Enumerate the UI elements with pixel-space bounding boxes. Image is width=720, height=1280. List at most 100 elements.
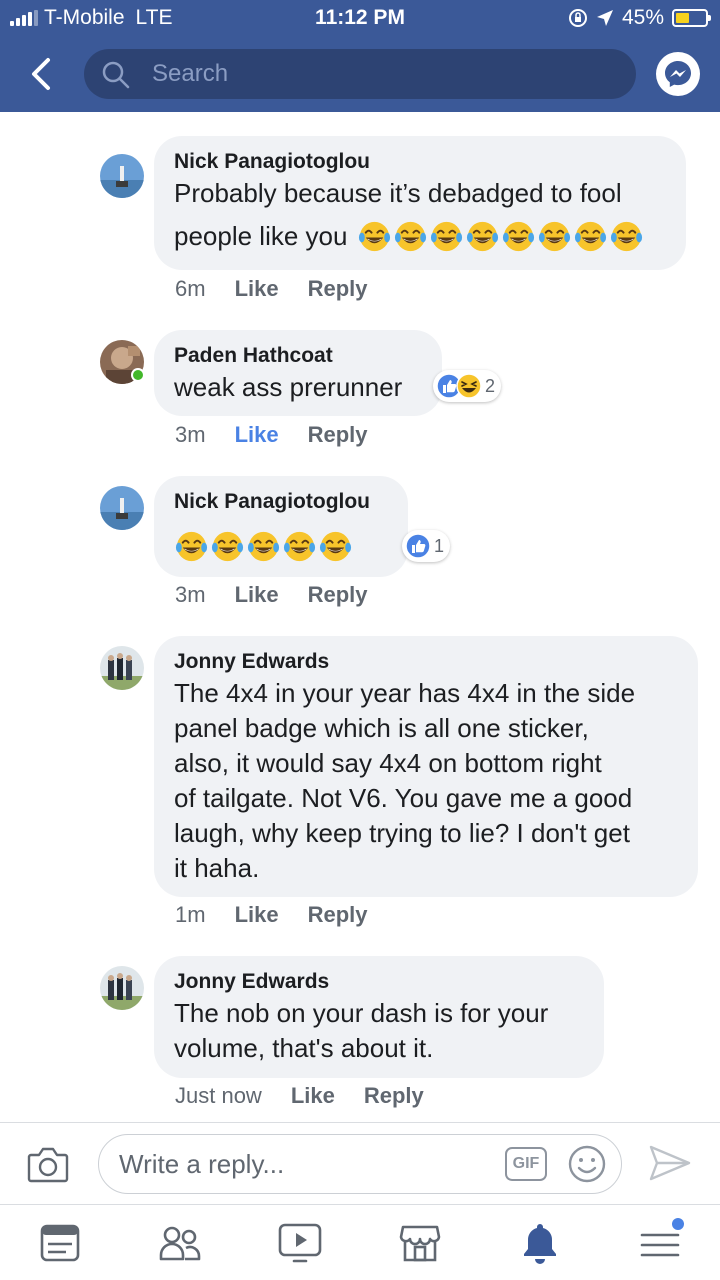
bottom-tab-bar [0, 1204, 720, 1280]
reply-composer: GIF [0, 1122, 720, 1204]
comment-time: 3m [175, 582, 206, 607]
like-button[interactable]: Like [235, 276, 279, 302]
comment-bubble[interactable]: Nick Panagiotoglou Probably because it’s… [154, 136, 686, 270]
smiley-icon [568, 1145, 606, 1183]
battery-icon [672, 9, 711, 27]
tab-menu[interactable] [638, 1218, 684, 1265]
comment-bubble[interactable]: Jonny Edwards The nob on your dash is fo… [154, 956, 604, 1078]
comment-text: weak ass prerunner [174, 372, 403, 402]
tears-of-joy-icon [395, 221, 427, 252]
send-button[interactable] [648, 1143, 692, 1188]
reaction-count: 1 [434, 535, 445, 556]
tab-marketplace[interactable] [398, 1221, 442, 1265]
like-button[interactable]: Like [235, 902, 279, 928]
battery-percent: 45% [621, 6, 664, 29]
nav-row [0, 38, 720, 112]
comment-text-line: laugh, why keep trying to lie? I don't g… [174, 818, 630, 848]
comment-author[interactable]: Paden Hathcoat [174, 342, 422, 370]
tears-of-joy-icon [247, 531, 280, 562]
reply-button[interactable]: Reply [308, 902, 368, 928]
comment-bubble[interactable]: Paden Hathcoat weak ass prerunner [154, 330, 442, 416]
comment-text-line: The nob on your dash is for your [174, 998, 549, 1028]
reply-button[interactable]: Reply [308, 582, 368, 608]
comment-thread[interactable]: Nick Panagiotoglou Probably because it’s… [0, 112, 720, 1122]
sticker-button[interactable] [567, 1144, 607, 1189]
comment-text-line: also, it would say 4x4 on bottom right [174, 748, 602, 778]
comment-author[interactable]: Nick Panagiotoglou [174, 488, 388, 516]
comment-text-line: it haha. [174, 853, 260, 883]
comment-bubble[interactable]: Nick Panagiotoglou [154, 476, 408, 577]
search-input[interactable] [152, 49, 612, 99]
tears-of-joy-icon [611, 221, 643, 252]
messenger-icon [665, 61, 691, 87]
like-button[interactable]: Like [291, 1083, 335, 1109]
location-icon [596, 10, 613, 26]
tab-friends[interactable] [158, 1221, 202, 1265]
friends-icon [159, 1226, 201, 1261]
comment-meta: Just now Like Reply [175, 1083, 424, 1109]
comment-author[interactable]: Jonny Edwards [174, 648, 678, 676]
tab-news-feed[interactable] [38, 1221, 82, 1265]
comment-text-line: volume, that's about it. [174, 1033, 434, 1063]
reply-field[interactable]: GIF [98, 1134, 622, 1194]
comment-meta: 1m Like Reply [175, 902, 368, 928]
back-button[interactable] [22, 52, 62, 96]
comment-text-line: people like you [174, 219, 666, 254]
gif-button[interactable]: GIF [505, 1147, 547, 1181]
reply-button[interactable]: Reply [308, 422, 368, 448]
status-right: 45% [568, 6, 711, 30]
comment-text-line: of tailgate. Not V6. You gave me a good [174, 783, 633, 813]
tears-of-joy-icon [319, 531, 352, 562]
emoji-group [357, 219, 644, 254]
reply-button[interactable]: Reply [364, 1083, 424, 1109]
watch-icon [278, 1223, 322, 1263]
reply-button[interactable]: Reply [308, 276, 368, 302]
search-bar[interactable] [84, 49, 636, 99]
comment-text-continued: people like you [174, 221, 348, 251]
avatar[interactable] [100, 966, 144, 1010]
comment-time: Just now [175, 1083, 262, 1108]
tears-of-joy-icon [211, 531, 244, 562]
comment-text-line: The 4x4 in your year has 4x4 in the side [174, 678, 636, 708]
tears-of-joy-icon [359, 221, 391, 252]
tears-of-joy-icon [503, 221, 535, 252]
comment-meta: 6m Like Reply [175, 276, 368, 302]
comment-author[interactable]: Nick Panagiotoglou [174, 148, 666, 176]
emoji-group [174, 529, 388, 564]
comment-time: 1m [175, 902, 206, 927]
comment-time: 6m [175, 276, 206, 301]
news-feed-icon [40, 1224, 80, 1262]
messenger-button[interactable] [656, 52, 700, 96]
avatar[interactable] [100, 646, 144, 690]
comment-text: Probably because it’s debadged to fool [174, 178, 622, 208]
comment-text-line: panel badge which is all one sticker, [174, 713, 589, 743]
tears-of-joy-icon [575, 221, 607, 252]
top-bar: T-Mobile LTE 11:12 PM 45% [0, 0, 720, 112]
avatar[interactable] [100, 486, 144, 530]
tab-watch[interactable] [278, 1221, 322, 1265]
comment-meta: 3m Like Reply [175, 582, 368, 608]
comment-bubble[interactable]: Jonny Edwards The 4x4 in your year has 4… [154, 636, 698, 897]
menu-badge [672, 1218, 684, 1230]
online-indicator [131, 368, 145, 382]
like-button[interactable]: Like [235, 422, 279, 448]
tears-of-joy-icon [467, 221, 499, 252]
avatar[interactable] [100, 154, 144, 198]
tab-notifications[interactable] [518, 1221, 562, 1265]
camera-button[interactable] [27, 1145, 69, 1188]
comment-time: 3m [175, 422, 206, 447]
marketplace-icon [399, 1225, 441, 1262]
tears-of-joy-icon [539, 221, 571, 252]
tears-of-joy-icon [431, 221, 463, 252]
orientation-lock-icon [568, 9, 587, 27]
comment-meta: 3m Like Reply [175, 422, 368, 448]
like-icon [405, 533, 431, 559]
reactions-summary[interactable]: 1 [402, 530, 451, 562]
comment-author[interactable]: Jonny Edwards [174, 968, 584, 996]
reply-input[interactable] [119, 1135, 499, 1193]
tears-of-joy-icon [283, 531, 316, 562]
reactions-summary[interactable]: 2 [433, 370, 502, 402]
like-button[interactable]: Like [235, 582, 279, 608]
tears-of-joy-icon [175, 531, 208, 562]
send-icon [649, 1145, 691, 1181]
